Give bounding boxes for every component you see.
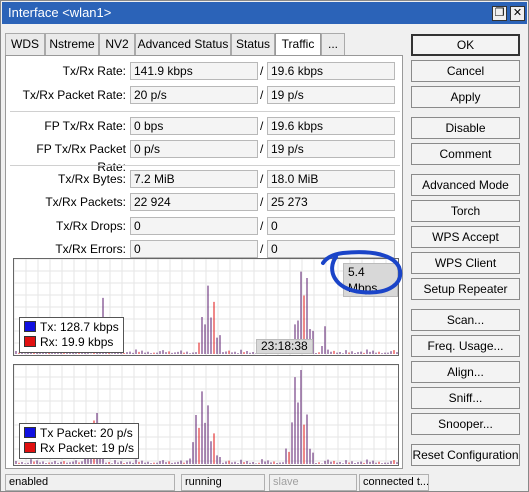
hand-drawn-annotation bbox=[321, 250, 403, 295]
annotation-ellipse bbox=[321, 250, 403, 295]
interface-window: Interface <wlan1> ❐ ✕ WDS Nstreme NV2 Ad… bbox=[0, 0, 529, 492]
